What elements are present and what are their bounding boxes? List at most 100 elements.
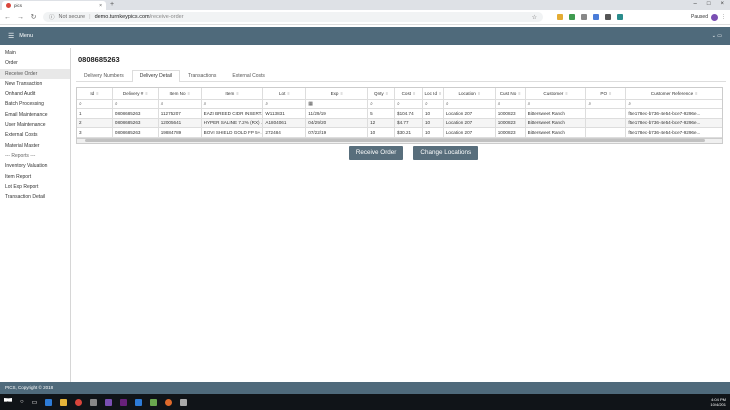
column-header[interactable]: Cust No ≡ [496,88,526,99]
sidebar-item[interactable]: External Costs [0,130,70,140]
new-tab-icon[interactable]: + [110,1,114,8]
tab-external-costs[interactable]: External Costs [224,70,273,81]
visual-studio-icon[interactable] [120,398,128,406]
sidebar-item[interactable]: Inventory Valuation [0,161,70,171]
sidebar-item[interactable]: Main [0,48,70,58]
app-icon[interactable] [105,398,113,406]
column-header[interactable]: Cost ≡ [395,88,423,99]
address-bar[interactable]: ⓘ Not secure | demo.turnkeypics.com/rece… [43,12,543,22]
app-icon[interactable] [150,398,158,406]
column-filter[interactable]: ⌕ [202,100,264,108]
app-icon[interactable] [90,398,98,406]
sidebar-item[interactable]: New Transaction [0,79,70,89]
search-icon[interactable]: ⌕ [161,101,164,107]
chrome-icon[interactable] [75,398,83,406]
change-locations-button[interactable]: Change Locations [413,145,479,160]
hamburger-menu-icon[interactable]: ☰ [8,32,14,40]
column-filter[interactable]: ⌕ [395,100,423,108]
extension-icon[interactable] [605,14,611,20]
app-icon[interactable] [135,398,143,406]
sidebar-item[interactable]: Item Report [0,172,70,182]
tab-delivery-detail[interactable]: Delivery Detail [131,70,180,82]
bookmark-star-icon[interactable]: ☆ [532,14,537,21]
app-icon[interactable] [165,398,173,406]
column-header[interactable]: Qnty ≡ [368,88,396,99]
column-menu-icon[interactable]: ≡ [96,91,98,96]
column-menu-icon[interactable]: ≡ [695,91,697,96]
column-menu-icon[interactable]: ≡ [518,91,520,96]
search-icon[interactable]: ⌕ [498,101,501,107]
close-tab-icon[interactable]: × [99,3,102,9]
app-icon[interactable] [180,398,188,406]
column-menu-icon[interactable]: ≡ [188,91,190,96]
scrollbar-thumb[interactable] [85,139,705,142]
table-row[interactable]: 2 0808685263 12005641 HYPER SALINE 7.2% (RX… [77,118,722,128]
sidebar-item[interactable]: Email Maintenance [0,110,70,120]
column-header[interactable]: Item ≡ [202,88,264,99]
profile-button[interactable]: Paused ⋮ [691,13,726,21]
column-header[interactable]: Customer ≡ [526,88,587,99]
column-header[interactable]: Item No ≡ [159,88,202,99]
table-row[interactable]: 1 0808685263 11275207 EAZI BREED CIDR INSER… [77,109,722,119]
column-menu-icon[interactable]: ≡ [609,91,611,96]
edge-icon[interactable] [45,398,53,406]
column-menu-icon[interactable]: ≡ [439,91,441,96]
column-menu-icon[interactable]: ≡ [340,91,342,96]
column-header[interactable]: Id ≡ [77,88,113,99]
browser-tab[interactable]: pics × [2,1,106,10]
search-icon[interactable]: ⌕ [588,101,591,107]
reload-icon[interactable]: ↻ [30,13,37,21]
search-icon[interactable]: ⌕ [79,101,82,107]
column-filter[interactable]: ▦ [306,100,369,108]
file-explorer-icon[interactable] [60,398,68,406]
column-header[interactable]: Lot ≡ [263,88,307,99]
column-filter[interactable]: ⌕ [368,100,396,108]
extension-icon[interactable] [581,14,587,20]
tab-delivery-numbers[interactable]: Delivery Numbers [76,70,132,81]
minimize-icon[interactable]: – [694,1,697,7]
sidebar-item[interactable]: Receive Order [0,68,70,79]
column-filter[interactable]: ⌕ [113,100,159,108]
column-filter[interactable]: ⌕ [159,100,202,108]
column-menu-icon[interactable]: ≡ [236,91,238,96]
info-icon[interactable]: ⓘ [49,13,55,21]
search-icon[interactable]: ⌕ [425,101,428,107]
column-menu-icon[interactable]: ≡ [287,91,289,96]
forward-icon[interactable]: → [17,14,24,21]
back-icon[interactable]: ← [4,14,11,21]
column-header[interactable]: Delivery # ≡ [113,88,159,99]
column-header[interactable]: Location ≡ [444,88,496,99]
close-window-icon[interactable]: × [720,1,724,7]
column-header[interactable]: Exp ≡ [306,88,369,99]
search-icon[interactable]: ⌕ [446,101,449,107]
column-menu-icon[interactable]: ≡ [413,91,415,96]
system-tray-clock[interactable]: 4:04 PM 10/4/201 [710,397,726,407]
column-header[interactable]: Customer Reference ≡ [626,88,722,99]
column-filter[interactable]: ⌕ [496,100,526,108]
grid-horizontal-scrollbar[interactable] [76,138,723,144]
search-icon[interactable]: ⌕ [397,101,400,107]
sidebar-item[interactable]: User Maintenance [0,120,70,130]
search-icon[interactable]: ⌕ [628,101,631,107]
search-icon[interactable]: ⌕ [370,101,373,107]
sidebar-item[interactable]: Transaction Detail [0,192,70,202]
extension-icon[interactable] [557,14,563,20]
menu-label[interactable]: Menu [19,33,33,39]
calendar-icon[interactable]: ▦ [308,101,313,107]
table-row[interactable]: 3 0808685263 19884789 BOVI SHIELD GOLD FP 5… [77,128,722,138]
search-icon[interactable]: ⌕ [265,101,268,107]
column-filter[interactable]: ⌕ [263,100,307,108]
user-dropdown-icon[interactable]: ⌄ ▭ [712,33,722,39]
task-view-icon[interactable]: ▭ [32,399,38,406]
column-header[interactable]: PO ≡ [586,88,627,99]
column-filter[interactable]: ⌕ [444,100,496,108]
tab-transactions[interactable]: Transactions [180,70,224,81]
sidebar-item[interactable]: Material Master [0,141,70,151]
column-header[interactable]: Loc Id ≡ [423,88,444,99]
sidebar-item[interactable]: Batch Processing [0,99,70,109]
column-filter[interactable]: ⌕ [526,100,587,108]
search-icon[interactable]: ⌕ [115,101,118,107]
search-icon[interactable]: ○ [20,399,24,405]
column-filter[interactable]: ⌕ [77,100,113,108]
sidebar-item[interactable]: Order [0,58,70,68]
